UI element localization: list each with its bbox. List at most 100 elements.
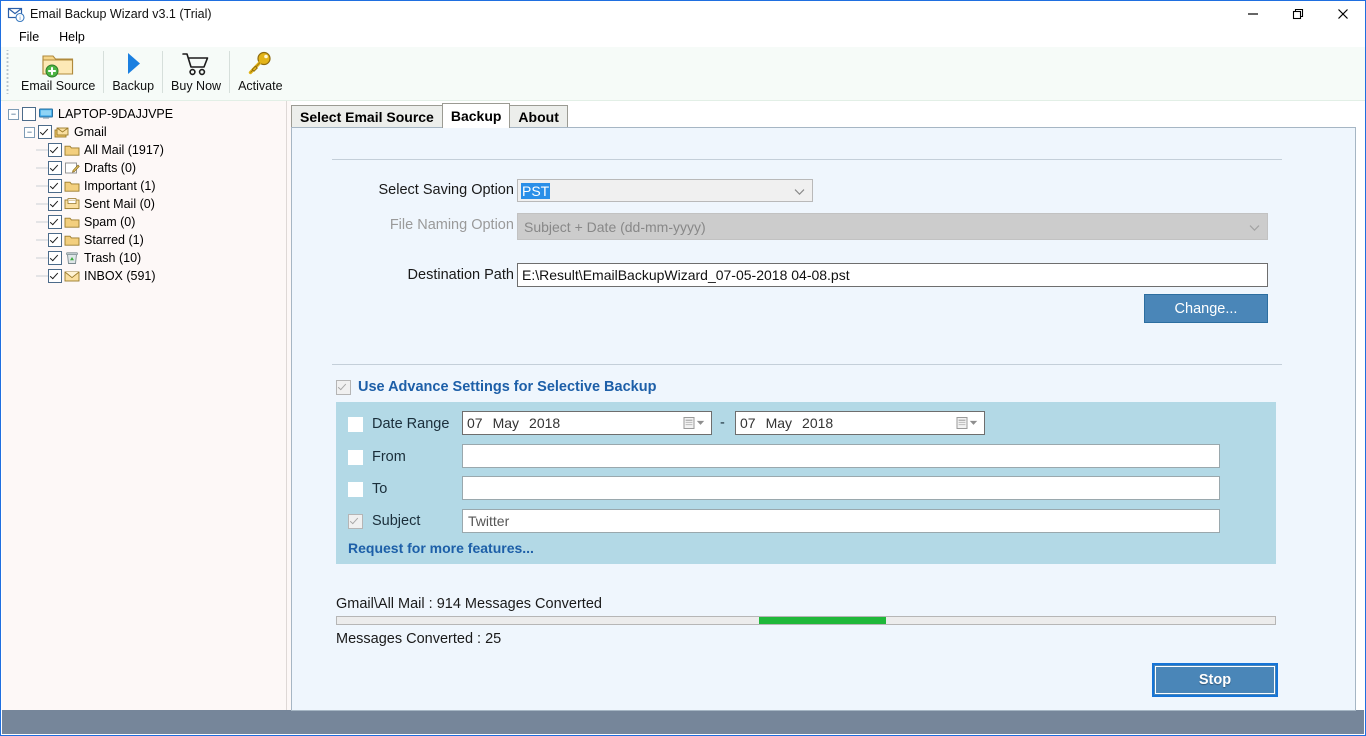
tree-root-label: LAPTOP-9DAJJVPE bbox=[58, 107, 174, 121]
request-features-link[interactable]: Request for more features... bbox=[348, 540, 534, 556]
toolbar-email-source[interactable]: Email Source bbox=[13, 47, 103, 99]
tree-row-folder[interactable]: Important (1) bbox=[2, 177, 286, 195]
tree-connector bbox=[36, 141, 48, 159]
tree-connector bbox=[36, 159, 48, 177]
maximize-button[interactable] bbox=[1275, 1, 1320, 26]
date-to-month: May bbox=[765, 415, 793, 431]
date-range-checkbox[interactable] bbox=[348, 416, 363, 432]
folder-label: INBOX (591) bbox=[84, 269, 156, 283]
subject-checkbox[interactable] bbox=[348, 513, 363, 529]
advance-settings-header: Use Advance Settings for Selective Backu… bbox=[336, 379, 656, 395]
from-input[interactable] bbox=[462, 444, 1220, 468]
window-controls bbox=[1230, 1, 1365, 26]
to-row: To bbox=[348, 481, 387, 497]
play-triangle-icon bbox=[120, 49, 146, 79]
date-range-separator: - bbox=[720, 415, 725, 431]
tab-backup[interactable]: Backup bbox=[441, 103, 511, 128]
folder-checkbox[interactable] bbox=[48, 143, 62, 157]
folder-checkbox[interactable] bbox=[48, 269, 62, 283]
tree-row-folder[interactable]: INBOX (591) bbox=[2, 267, 286, 285]
date-to-day: 07 bbox=[740, 415, 756, 431]
progress-bar bbox=[336, 616, 1276, 625]
menu-bar: File Help bbox=[1, 26, 1365, 47]
inbox-icon bbox=[64, 269, 80, 283]
from-row: From bbox=[348, 449, 406, 465]
tab-strip: Select Email Source Backup About bbox=[291, 103, 568, 128]
tree-row-folder[interactable]: Drafts (0) bbox=[2, 159, 286, 177]
toolbar-backup[interactable]: Backup bbox=[104, 47, 162, 99]
advance-settings-checkbox[interactable] bbox=[336, 379, 351, 395]
date-from-picker[interactable]: 07 May 2018 bbox=[462, 411, 712, 435]
tree-row-account[interactable]: − Gmail bbox=[2, 123, 286, 141]
tree-row-folder[interactable]: Sent Mail (0) bbox=[2, 195, 286, 213]
folder-tree[interactable]: − LAPTOP-9DAJJVPE − Gmail All Mail (1917… bbox=[2, 101, 287, 711]
folder-icon bbox=[64, 233, 80, 247]
toolbar-buy-now-label: Buy Now bbox=[171, 79, 222, 93]
date-to-picker[interactable]: 07 May 2018 bbox=[735, 411, 985, 435]
subject-input[interactable]: Twitter bbox=[462, 509, 1220, 533]
destination-path-input[interactable]: E:\Result\EmailBackupWizard_07-05-2018 0… bbox=[517, 263, 1268, 287]
menu-file[interactable]: File bbox=[9, 28, 49, 46]
folder-label: Starred (1) bbox=[84, 233, 144, 247]
tree-row-folder[interactable]: All Mail (1917) bbox=[2, 141, 286, 159]
collapse-expander-icon[interactable]: − bbox=[24, 126, 35, 138]
minimize-button[interactable] bbox=[1230, 1, 1275, 26]
close-button[interactable] bbox=[1320, 1, 1365, 26]
key-icon bbox=[245, 49, 275, 79]
tab-about[interactable]: About bbox=[509, 105, 568, 128]
calendar-icon[interactable] bbox=[683, 417, 705, 430]
change-button[interactable]: Change... bbox=[1144, 294, 1268, 323]
saving-option-combo[interactable]: PST bbox=[517, 179, 813, 202]
svg-text:i: i bbox=[19, 16, 20, 22]
folder-checkbox[interactable] bbox=[48, 161, 62, 175]
gmail-checkbox[interactable] bbox=[38, 125, 52, 139]
file-naming-value: Subject + Date (dd-mm-yyyy) bbox=[524, 218, 706, 235]
folder-checkbox[interactable] bbox=[48, 197, 62, 211]
folder-checkbox[interactable] bbox=[48, 215, 62, 229]
app-icon: i bbox=[7, 5, 25, 23]
collapse-expander-icon[interactable]: − bbox=[8, 108, 19, 120]
toolbar-buy-now[interactable]: Buy Now bbox=[163, 47, 229, 99]
menu-help[interactable]: Help bbox=[49, 28, 95, 46]
destination-path-value: E:\Result\EmailBackupWizard_07-05-2018 0… bbox=[522, 267, 850, 283]
tree-account-label: Gmail bbox=[74, 125, 107, 139]
folder-label: Important (1) bbox=[84, 179, 156, 193]
subject-row: Subject bbox=[348, 513, 420, 529]
messages-converted-text: Messages Converted : 25 bbox=[336, 631, 502, 647]
toolbar-backup-label: Backup bbox=[112, 79, 155, 93]
advance-settings-title: Use Advance Settings for Selective Backu… bbox=[358, 379, 657, 395]
window-title: Email Backup Wizard v3.1 (Trial) bbox=[30, 6, 212, 21]
date-from-year: 2018 bbox=[529, 415, 561, 431]
tree-connector bbox=[36, 213, 48, 231]
folder-checkbox[interactable] bbox=[48, 179, 62, 193]
tree-row-folder[interactable]: Starred (1) bbox=[2, 231, 286, 249]
toolbar-activate-label: Activate bbox=[238, 79, 283, 93]
to-input[interactable] bbox=[462, 476, 1220, 500]
folder-add-icon bbox=[41, 49, 75, 79]
stop-button[interactable]: Stop bbox=[1152, 663, 1278, 697]
chevron-down-icon bbox=[794, 183, 805, 199]
from-checkbox[interactable] bbox=[348, 449, 363, 465]
toolbar-email-source-label: Email Source bbox=[21, 79, 96, 93]
to-checkbox[interactable] bbox=[348, 481, 363, 497]
tab-select-email-source[interactable]: Select Email Source bbox=[291, 105, 443, 128]
calendar-icon[interactable] bbox=[956, 417, 978, 430]
toolbar-gripper[interactable] bbox=[4, 50, 11, 94]
root-checkbox[interactable] bbox=[22, 107, 36, 121]
tree-connector bbox=[36, 249, 48, 267]
tree-row-folder[interactable]: Trash (10) bbox=[2, 249, 286, 267]
backup-tab-panel: Select Saving Option : PST File Naming O… bbox=[291, 127, 1356, 711]
application-window: i Email Backup Wizard v3.1 (Trial) File … bbox=[0, 0, 1366, 736]
tree-row-folder[interactable]: Spam (0) bbox=[2, 213, 286, 231]
folder-label: Sent Mail (0) bbox=[84, 197, 155, 211]
folder-icon bbox=[64, 179, 80, 193]
tree-folder-list: All Mail (1917) Drafts (0) Important (1) Se… bbox=[2, 141, 286, 285]
sent-icon bbox=[64, 197, 80, 211]
toolbar: Email Source Backup Buy Now Activate bbox=[1, 47, 1365, 101]
toolbar-activate[interactable]: Activate bbox=[230, 47, 290, 99]
tree-row-root[interactable]: − LAPTOP-9DAJJVPE bbox=[2, 105, 286, 123]
folder-checkbox[interactable] bbox=[48, 251, 62, 265]
folder-label: Trash (10) bbox=[84, 251, 142, 265]
advance-settings-panel: Date Range 07 May 2018 - 07 May 2018 Fro… bbox=[336, 402, 1276, 564]
folder-checkbox[interactable] bbox=[48, 233, 62, 247]
